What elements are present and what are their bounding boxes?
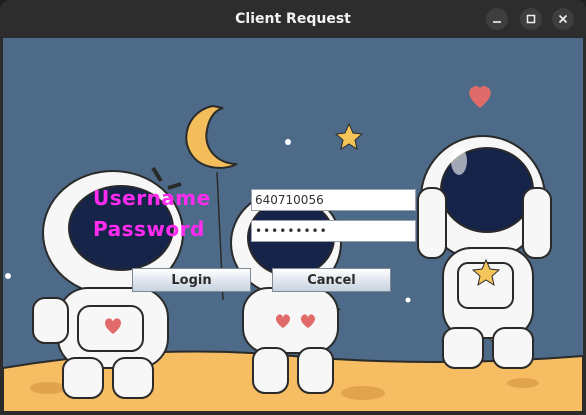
close-icon [558, 14, 568, 24]
username-input[interactable]: 640710056 [251, 189, 416, 211]
minimize-button[interactable] [486, 8, 508, 30]
window-title: Client Request [235, 10, 351, 27]
password-label: Password [93, 217, 205, 241]
login-button[interactable]: Login [132, 268, 251, 292]
maximize-button[interactable] [520, 8, 542, 30]
username-label: Username [93, 186, 211, 210]
cancel-button[interactable]: Cancel [272, 268, 391, 292]
background-panel: Username Password 640710056 ••••••••• Lo… [3, 38, 583, 412]
title-bar[interactable]: Client Request [0, 0, 586, 37]
minimize-icon [493, 21, 501, 23]
close-button[interactable] [552, 8, 574, 30]
password-input[interactable]: ••••••••• [251, 220, 416, 242]
client-request-window: Client Request Username Password 6407100… [0, 0, 586, 415]
maximize-icon [526, 14, 536, 24]
